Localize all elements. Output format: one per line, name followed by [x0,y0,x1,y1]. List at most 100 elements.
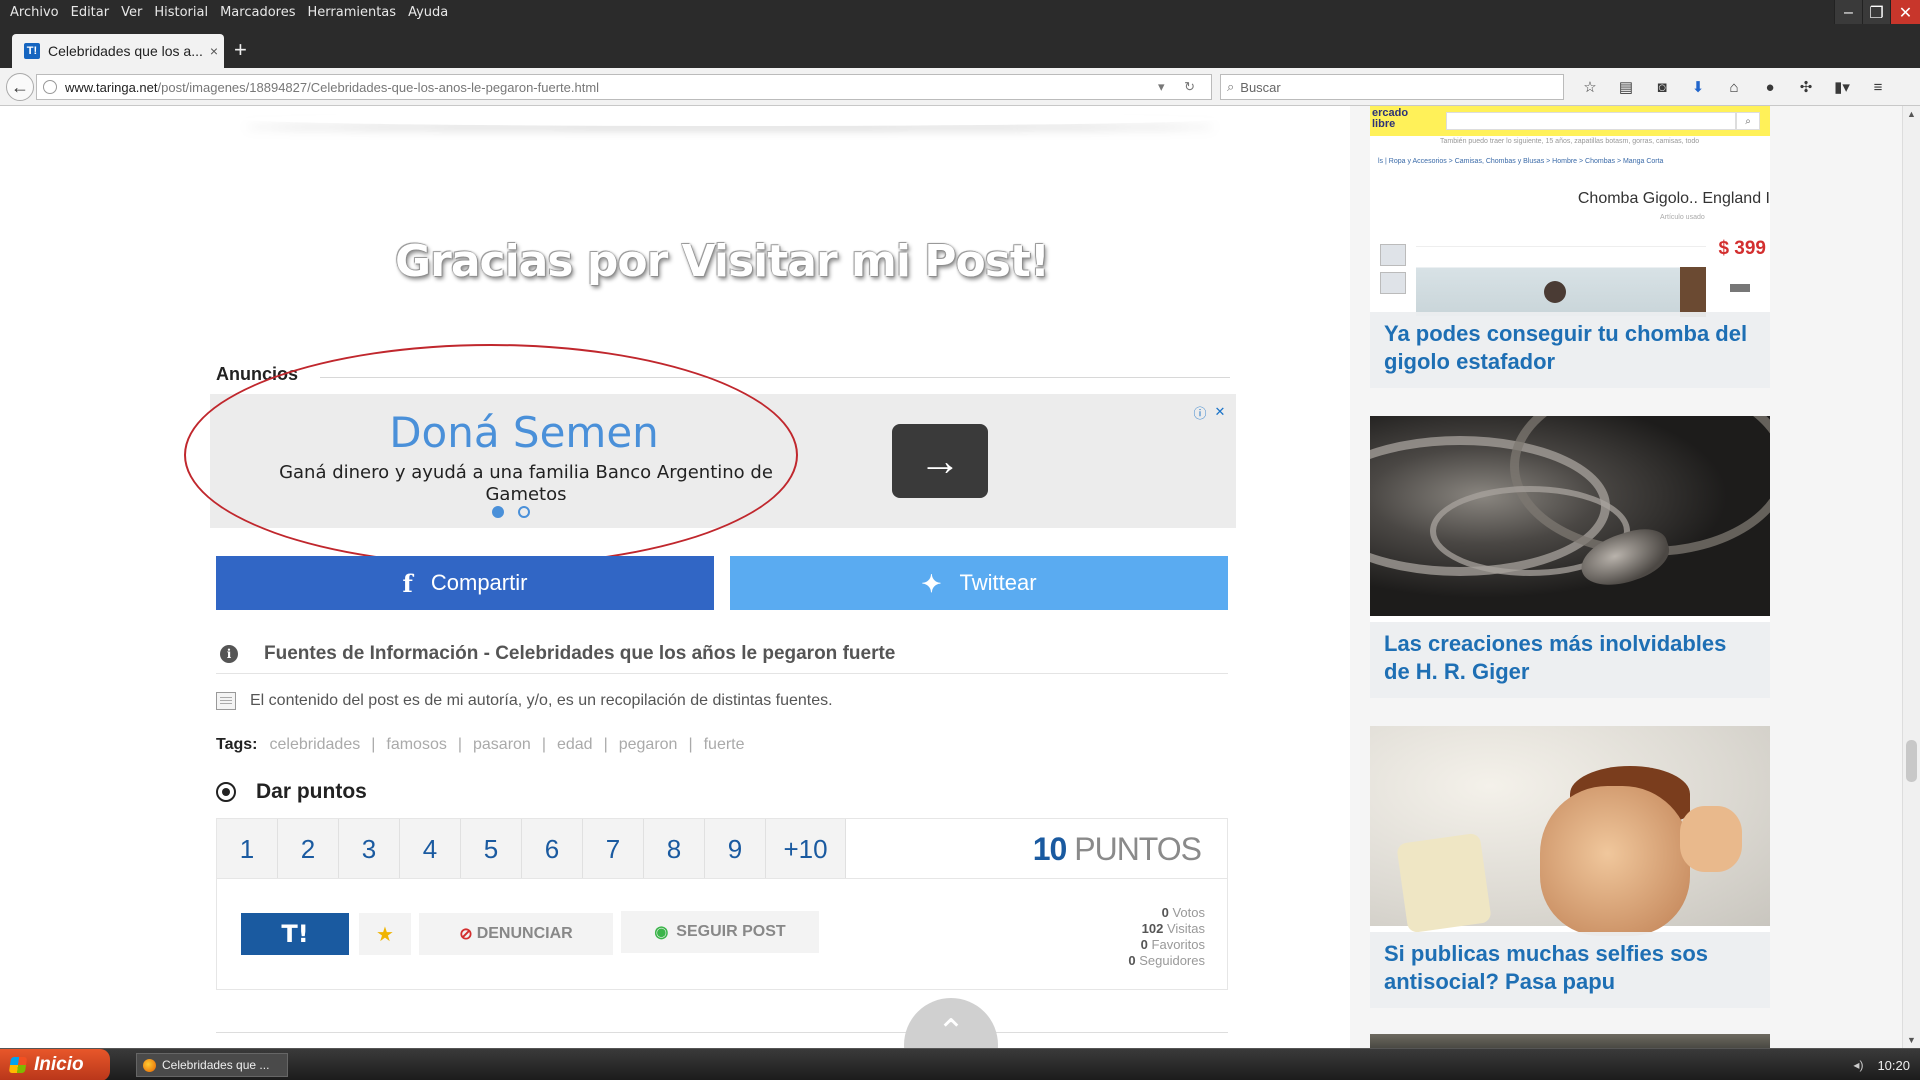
extension-icon[interactable]: ✣ [1788,76,1824,98]
artwork-hand [1680,806,1742,872]
restore-button[interactable]: ❐ [1862,0,1890,26]
sidebar-card-title[interactable]: Las creaciones más inolvidables de H. R.… [1370,622,1770,698]
report-button[interactable]: ⊘ DENUNCIAR [419,913,613,955]
menu-historial[interactable]: Historial [148,5,214,20]
back-arrow-icon: ← [11,76,29,97]
sidebar-card-giger[interactable]: Las creaciones más inolvidables de H. R.… [1370,416,1770,698]
tag-link[interactable]: celebridades [269,736,360,754]
follow-post-button[interactable]: ◉ SEGUIR POST [621,911,819,953]
taskbar: Inicio Celebridades que ... ◂) 10:20 [0,1048,1920,1080]
close-window-button[interactable]: ✕ [1890,0,1920,26]
tag-link[interactable]: pasaron [473,736,531,754]
give-points-header: Dar puntos [216,780,367,804]
stat-value: 0 [1161,905,1169,920]
twitter-share-button[interactable]: ✦ Twittear [730,556,1228,610]
download-icon[interactable]: ⬇ [1680,76,1716,98]
volume-icon[interactable]: ◂) [1853,1058,1863,1072]
scrollbar-thumb[interactable] [1906,740,1917,782]
menu-ver[interactable]: Ver [115,5,148,20]
tag-link[interactable]: edad [557,736,593,754]
favorite-button[interactable]: ★ [359,913,411,955]
back-button[interactable]: ← [6,73,34,101]
scroll-down-icon[interactable]: ▼ [1903,1032,1920,1048]
points-option-10plus[interactable]: +10 [766,819,846,879]
stat-value: 0 [1128,953,1136,968]
tab-active[interactable]: T! Celebridades que los a... × [12,34,224,68]
sidebar-card-title[interactable]: Si publicas muchas selfies sos antisocia… [1370,932,1770,1008]
points-option-1[interactable]: 1 [217,819,278,879]
points-option-9[interactable]: 9 [705,819,766,879]
reading-list-icon[interactable]: ▤ [1608,76,1644,98]
menu-marcadores[interactable]: Marcadores [214,5,301,20]
points-option-6[interactable]: 6 [522,819,583,879]
chat-icon[interactable]: ● [1752,76,1788,98]
mercadolibre-logo: ercado libre [1372,108,1408,130]
new-tab-button[interactable]: + [234,39,247,61]
stat-followers: 0 Seguidores [1128,953,1205,969]
ml-product-title: Chomba Gigolo.. England I [1577,190,1770,207]
search-placeholder: Buscar [1240,79,1281,95]
points-option-5[interactable]: 5 [461,819,522,879]
sidebar-card-title[interactable]: Ya podes conseguir tu chomba del gigolo … [1370,312,1770,388]
sidebar-card-next-peek[interactable] [1370,1034,1770,1048]
minimize-button[interactable]: – [1834,0,1862,26]
tag-link[interactable]: famosos [386,736,446,754]
points-option-2[interactable]: 2 [278,819,339,879]
artwork-face [1540,786,1690,936]
sidebar-card-chomba[interactable]: ercado libre ⌕ También puedo traer lo sig… [1370,106,1770,388]
points-option-3[interactable]: 3 [339,819,400,879]
tab-close-icon[interactable]: × [204,43,224,59]
document-icon [216,692,236,710]
menu-archivo[interactable]: Archivo [4,5,65,20]
menu-ayuda[interactable]: Ayuda [402,5,454,20]
reload-icon[interactable]: ▾ ↻ [1158,79,1203,95]
home-icon[interactable]: ⌂ [1716,76,1752,98]
page-scrollbar[interactable]: ▲ ▼ [1902,106,1920,1048]
scroll-to-top-button[interactable]: ⌃ [904,998,998,1048]
windows-flag-icon [8,1057,28,1073]
points-option-8[interactable]: 8 [644,819,705,879]
menu-editar[interactable]: Editar [65,5,116,20]
sources-title: Fuentes de Información - Celebridades qu… [264,642,896,664]
scroll-up-icon[interactable]: ▲ [1903,106,1920,122]
clipboard-icon[interactable]: ▮▾ [1824,76,1860,98]
target-icon [216,782,236,802]
menu-bar: Archivo Editar Ver Historial Marcadores … [0,0,1920,24]
ad-arrow-button[interactable]: → [892,424,988,498]
prohibited-icon: ⊘ [459,926,473,943]
firefox-icon [143,1058,156,1072]
tag-link[interactable]: fuerte [704,736,745,754]
ad-info-icon[interactable]: ⓘ [1190,402,1210,422]
tag-separator: | [688,736,693,753]
menu-icon[interactable]: ≡ [1860,76,1896,98]
pocket-icon[interactable]: ◙ [1644,76,1680,98]
tags-row: Tags: celebridades | famosos | pasaron | ed… [216,736,745,754]
points-selector: 1 2 3 4 5 6 7 8 9 +10 10 PUNTOS [216,818,1228,879]
star-icon[interactable]: ☆ [1572,76,1608,98]
sidebar-card-selfies[interactable]: Si publicas muchas selfies sos antisocia… [1370,726,1770,1008]
tag-link[interactable]: pegaron [619,736,678,754]
post-actions: T! ★ ⊘ DENUNCIAR ◉ SEGUIR POST 0 Votos 1… [216,878,1228,990]
window-controls: – ❐ ✕ [1834,0,1920,26]
start-button[interactable]: Inicio [0,1049,110,1080]
points-option-4[interactable]: 4 [400,819,461,879]
search-icon: ⌕ [1227,79,1235,94]
menu-herramientas[interactable]: Herramientas [302,5,403,20]
ml-price: $ 399 [1718,238,1766,259]
ml-thumbnail [1380,244,1406,266]
points-option-7[interactable]: 7 [583,819,644,879]
taringa-button[interactable]: T! [241,913,349,955]
taskbar-firefox-item[interactable]: Celebridades que ... [136,1053,288,1077]
tags-label: Tags: [216,736,258,753]
star-icon: ★ [376,923,394,946]
thanks-banner: Gracias por Visitar mi Post! [395,236,1050,287]
system-tray: ◂) 10:20 [1810,1049,1920,1080]
artwork-phone [1396,832,1492,934]
woody-phone-image [1370,726,1770,936]
search-input[interactable]: ⌕ Buscar [1220,74,1564,100]
mercadolibre-header: ercado libre ⌕ [1370,106,1770,136]
facebook-share-button[interactable]: f Compartir [216,556,714,610]
ad-choices: ⓘ ✕ [1190,402,1230,422]
url-bar[interactable]: www.taringa.net/post/imagenes/18894827/C… [36,74,1212,100]
ad-close-icon[interactable]: ✕ [1210,402,1230,422]
